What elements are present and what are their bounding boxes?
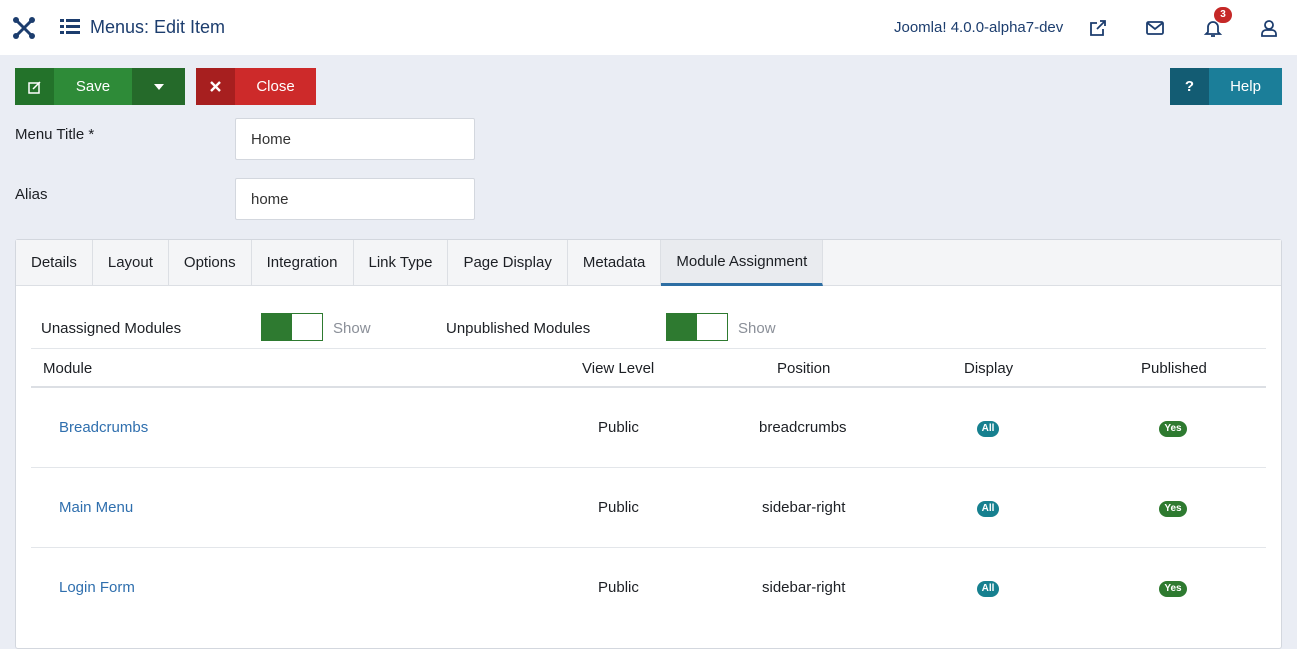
- tab-options[interactable]: Options: [169, 240, 252, 285]
- view-level-cell: Public: [598, 499, 639, 516]
- notification-badge: 3: [1214, 7, 1232, 23]
- col-display: Display: [964, 360, 1014, 377]
- caret-down-icon: [153, 83, 164, 90]
- menu-title-label: Menu Title *: [15, 126, 95, 143]
- help-button[interactable]: ? Help: [1170, 68, 1282, 105]
- unpublished-modules-label: Unpublished Modules: [446, 320, 591, 337]
- unassigned-modules-label: Unassigned Modules: [41, 320, 182, 337]
- published-badge: Yes: [1159, 421, 1187, 437]
- position-cell: sidebar-right: [762, 499, 846, 516]
- alias-label: Alias: [15, 186, 48, 203]
- alias-input[interactable]: [235, 178, 475, 220]
- unassigned-modules-state: Show: [333, 320, 371, 337]
- unpublished-modules-state: Show: [738, 320, 776, 337]
- close-icon: [196, 68, 235, 105]
- tab-page-display[interactable]: Page Display: [448, 240, 568, 285]
- module-link[interactable]: Main Menu: [59, 499, 133, 516]
- tab-module-assignment[interactable]: Module Assignment: [661, 240, 824, 286]
- published-badge: Yes: [1159, 581, 1187, 597]
- tab-bar: Details Layout Options Integration Link …: [16, 240, 1281, 286]
- save-button[interactable]: Save: [54, 68, 132, 105]
- menu-title-input[interactable]: [235, 118, 475, 160]
- table-header: Module View Level Position Display Publi…: [31, 348, 1266, 388]
- module-link[interactable]: Breadcrumbs: [59, 419, 148, 436]
- help-icon: ?: [1170, 68, 1209, 105]
- tab-metadata[interactable]: Metadata: [568, 240, 662, 285]
- table-row: Breadcrumbs Public breadcrumbs All Yes: [31, 388, 1266, 468]
- col-module: Module: [43, 360, 93, 377]
- external-link-icon[interactable]: [1088, 18, 1108, 38]
- top-header: Menus: Edit Item Joomla! 4.0.0-alpha7-de…: [0, 0, 1297, 55]
- published-badge: Yes: [1159, 501, 1187, 517]
- view-level-cell: Public: [598, 579, 639, 596]
- view-level-cell: Public: [598, 419, 639, 436]
- display-badge: All: [977, 421, 999, 437]
- col-position: Position: [777, 360, 831, 377]
- tab-details[interactable]: Details: [16, 240, 93, 285]
- menu-list-icon: [60, 19, 80, 34]
- module-link[interactable]: Login Form: [59, 579, 135, 596]
- save-dropdown-toggle[interactable]: [132, 68, 185, 105]
- page-title: Menus: Edit Item: [90, 17, 226, 37]
- mail-icon[interactable]: [1145, 18, 1165, 38]
- display-badge: All: [977, 501, 999, 517]
- save-button-group[interactable]: Save: [15, 68, 185, 105]
- position-cell: breadcrumbs: [759, 419, 847, 436]
- col-view-level: View Level: [582, 360, 655, 377]
- tabs-panel: Details Layout Options Integration Link …: [15, 239, 1282, 649]
- tab-layout[interactable]: Layout: [93, 240, 169, 285]
- position-cell: sidebar-right: [762, 579, 846, 596]
- table-row: Login Form Public sidebar-right All Yes: [31, 548, 1266, 628]
- user-icon[interactable]: [1259, 18, 1279, 38]
- version-label[interactable]: Joomla! 4.0.0-alpha7-dev: [894, 19, 1063, 36]
- joomla-logo-icon[interactable]: [12, 16, 36, 40]
- tab-link-type[interactable]: Link Type: [354, 240, 449, 285]
- table-row: Main Menu Public sidebar-right All Yes: [31, 468, 1266, 548]
- unassigned-modules-toggle[interactable]: [261, 313, 323, 341]
- help-button-label: Help: [1209, 68, 1282, 105]
- tab-integration[interactable]: Integration: [252, 240, 354, 285]
- unpublished-modules-toggle[interactable]: [666, 313, 728, 341]
- col-published: Published: [1141, 360, 1207, 377]
- close-button[interactable]: Close: [196, 68, 316, 105]
- edit-icon: [15, 68, 54, 105]
- close-button-label: Close: [235, 68, 316, 105]
- display-badge: All: [977, 581, 999, 597]
